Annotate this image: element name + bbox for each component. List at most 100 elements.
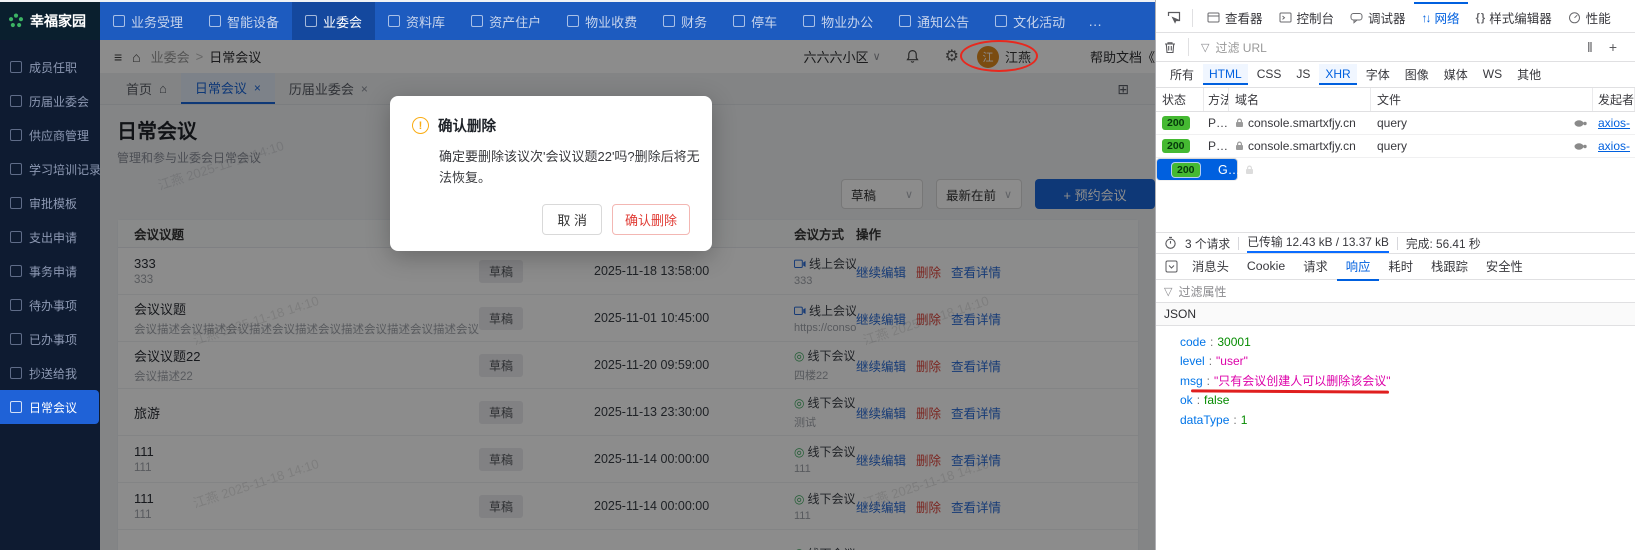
- detail-tab-timings[interactable]: 耗时: [1379, 252, 1422, 281]
- topnav-item[interactable]: 资料库: [375, 2, 458, 40]
- devtools-panel: 查看器 控制台 调试器 ↑↓ 网络 { } 样式编辑器 性能 ▽ 过滤 URL ‖ …: [1155, 0, 1635, 550]
- json-property[interactable]: code:30001: [1156, 332, 1635, 352]
- sidebar-item[interactable]: 供应商管理: [0, 118, 100, 152]
- initiator-link[interactable]: axios-: [1598, 116, 1630, 130]
- pick-element-icon[interactable]: [1162, 10, 1186, 26]
- json-property[interactable]: level: "user": [1156, 352, 1635, 372]
- sidebar-item[interactable]: 审批模板: [0, 186, 100, 220]
- sidebar-label: 事务申请: [29, 264, 78, 279]
- request-domain: console.smartxfjy.cn: [1258, 162, 1371, 177]
- menu-icon: [10, 197, 22, 209]
- json-property[interactable]: dataType:1: [1156, 410, 1635, 430]
- panel-toggle-icon[interactable]: [1160, 260, 1183, 273]
- network-request-row-selected[interactable]: 200 G… console.smartxfjy.cn delete?meeti…: [1156, 158, 1504, 181]
- topnav-label: 物业办公: [821, 14, 874, 30]
- main-app: 幸福家园 业务受理 智能设备 业委会 资料库 资产住户 物业收费 财务 停车 物…: [0, 0, 1155, 550]
- devtools-tab-debugger[interactable]: 调试器: [1342, 2, 1414, 34]
- col-initiator[interactable]: 发起者: [1593, 88, 1635, 111]
- debugger-icon: [1350, 11, 1363, 24]
- type-filter-js[interactable]: JS: [1290, 64, 1316, 85]
- cancel-button[interactable]: 取 消: [542, 203, 602, 235]
- json-section-header[interactable]: JSON: [1156, 302, 1635, 326]
- sidebar-item[interactable]: 支出申请: [0, 220, 100, 254]
- topnav-item[interactable]: 物业收费: [554, 2, 650, 40]
- topnav-item[interactable]: 智能设备: [196, 2, 292, 40]
- sidebar-item[interactable]: 成员任职: [0, 50, 100, 84]
- topnav-item[interactable]: 通知公告: [886, 2, 982, 40]
- topnav-item[interactable]: 财务: [650, 2, 720, 40]
- json-response-view: code:30001 level: "user" msg: "只有会议创建人可以删除…: [1156, 326, 1635, 430]
- filter-url-input[interactable]: 过滤 URL: [1215, 39, 1266, 56]
- request-detail-tabs: 消息头 Cookie 请求 响应 耗时 栈跟踪 安全性: [1156, 253, 1635, 279]
- menu-icon: [10, 333, 22, 345]
- detail-tab-request[interactable]: 请求: [1294, 252, 1337, 281]
- pause-icon[interactable]: ‖: [1587, 39, 1595, 55]
- confirm-delete-button[interactable]: 确认删除: [611, 203, 690, 235]
- type-filter-images[interactable]: 图像: [1399, 63, 1435, 87]
- braces-icon: { }: [1475, 11, 1486, 24]
- type-filter-all[interactable]: 所有: [1164, 63, 1200, 87]
- menu-icon: [10, 401, 22, 413]
- transferred-size: 已传输 12.43 kB / 13.37 kB: [1247, 233, 1389, 253]
- topnav-label: 业委会: [323, 14, 363, 30]
- type-filter-html[interactable]: HTML: [1203, 64, 1248, 85]
- sidebar-item-daily-meeting[interactable]: 日常会议: [0, 390, 99, 424]
- module-icon: [305, 15, 318, 27]
- devtools-tab-performance[interactable]: 性能: [1560, 2, 1619, 34]
- devtools-tab-inspector[interactable]: 查看器: [1199, 2, 1271, 34]
- menu-icon: [10, 95, 22, 107]
- detail-tab-security[interactable]: 安全性: [1477, 252, 1532, 281]
- network-arrows-icon: ↑↓: [1421, 10, 1432, 25]
- sidebar-item[interactable]: 已办事项: [0, 322, 100, 356]
- clear-requests-trash-icon[interactable]: [1164, 41, 1176, 54]
- type-filter-media[interactable]: 媒体: [1438, 63, 1474, 87]
- sidebar-item[interactable]: 历届业委会: [0, 84, 100, 118]
- topnav-label: 资产住户: [489, 14, 542, 30]
- devtools-tab-style-editor[interactable]: { } 样式编辑器: [1468, 2, 1560, 34]
- type-filter-ws[interactable]: WS: [1477, 64, 1508, 85]
- type-filter-css[interactable]: CSS: [1251, 64, 1288, 85]
- devtools-tab-console[interactable]: 控制台: [1271, 2, 1343, 34]
- sidebar-item[interactable]: 事务申请: [0, 254, 100, 288]
- annotation-red-ellipse: [960, 40, 1038, 72]
- request-count: 3 个请求: [1185, 236, 1231, 251]
- topnav-item[interactable]: 停车: [720, 2, 790, 40]
- type-filter-fonts[interactable]: 字体: [1360, 63, 1396, 87]
- sidebar-item[interactable]: 学习培训记录: [0, 152, 101, 186]
- filter-funnel-icon: ▽: [1164, 285, 1173, 298]
- topnav-item-active[interactable]: 业委会: [292, 2, 376, 40]
- request-domain: console.smartxfjy.cn: [1248, 139, 1356, 153]
- detail-tab-headers[interactable]: 消息头: [1183, 252, 1238, 281]
- topnav-item[interactable]: 资产住户: [458, 2, 554, 40]
- sidebar-item[interactable]: 抄送给我: [0, 356, 100, 390]
- sidebar-item[interactable]: 待办事项: [0, 288, 100, 322]
- network-filter-bar: ▽ 过滤 URL ‖ +: [1156, 33, 1635, 62]
- network-request-row[interactable]: 200 P… console.smartxfjy.cn query axios-: [1156, 112, 1635, 135]
- filter-properties-input[interactable]: 过滤属性: [1178, 283, 1226, 300]
- network-request-row[interactable]: 200 P… console.smartxfjy.cn query axios-: [1156, 135, 1635, 158]
- type-filter-xhr[interactable]: XHR: [1319, 64, 1357, 85]
- menu-icon: [10, 163, 22, 175]
- request-method: P…: [1208, 139, 1229, 153]
- detail-tab-response[interactable]: 响应: [1337, 252, 1380, 281]
- json-property[interactable]: ok: false: [1156, 391, 1635, 411]
- topnav-item[interactable]: 业务受理: [100, 2, 196, 40]
- col-file[interactable]: 文件: [1371, 88, 1593, 111]
- type-filter-other[interactable]: 其他: [1511, 63, 1547, 87]
- devtools-tab-network[interactable]: ↑↓ 网络: [1413, 2, 1468, 34]
- topnav-item[interactable]: 物业办公: [790, 2, 886, 40]
- new-request-plus-icon[interactable]: +: [1609, 39, 1617, 55]
- col-method[interactable]: 方法: [1204, 88, 1229, 111]
- initiator-link[interactable]: axios-: [1598, 139, 1630, 153]
- json-property-msg[interactable]: msg: "只有会议创建人可以删除该会议": [1156, 371, 1635, 391]
- topnav-item[interactable]: 文化活动: [982, 2, 1078, 40]
- detail-tab-stacktrace[interactable]: 栈跟踪: [1422, 252, 1477, 281]
- detail-tab-cookie[interactable]: Cookie: [1238, 254, 1294, 279]
- topnav-more-button[interactable]: …: [1078, 2, 1112, 40]
- status-200-badge: 200: [1162, 139, 1190, 153]
- lock-icon: [1245, 165, 1254, 175]
- topnav-label: 停车: [751, 14, 778, 30]
- col-domain[interactable]: 域名: [1229, 88, 1371, 111]
- col-status[interactable]: 状态: [1156, 88, 1204, 111]
- status-200-badge: 200: [1172, 162, 1200, 177]
